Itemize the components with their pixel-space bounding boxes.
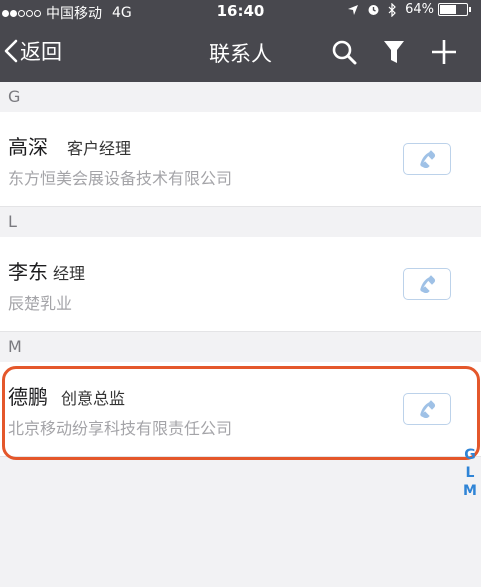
search-icon (332, 40, 357, 65)
battery-percent: 64% (405, 2, 434, 17)
contact-title: 经理 (53, 264, 86, 283)
chevron-left-icon (4, 39, 18, 63)
search-button[interactable] (329, 37, 359, 67)
contact-name: 李东 (8, 260, 48, 284)
call-button[interactable] (403, 268, 451, 300)
back-button[interactable]: 返回 (4, 36, 62, 66)
contact-row[interactable]: 李东 经理 辰楚乳业 (0, 237, 481, 332)
section-header-l: L (0, 207, 481, 237)
location-arrow-icon (348, 4, 359, 15)
index-letter-m[interactable]: M (463, 482, 477, 500)
contact-name: 德鹏 (8, 385, 48, 409)
contact-title: 创意总监 (61, 389, 126, 408)
contact-company: 东方恒美会展设备技术有限公司 (8, 169, 233, 188)
section-header-g: G (0, 82, 481, 112)
contact-company: 北京移动纷享科技有限责任公司 (8, 419, 233, 438)
phone-icon (420, 400, 436, 418)
status-bar-right: 64% (339, 2, 471, 17)
contact-company: 辰楚乳业 (8, 294, 73, 313)
bluetooth-icon (388, 2, 396, 17)
call-button[interactable] (403, 393, 451, 425)
filter-button[interactable] (379, 37, 409, 67)
index-letter-l[interactable]: L (466, 464, 475, 482)
call-button[interactable] (403, 143, 451, 175)
filter-icon (384, 41, 404, 63)
section-header-m: M (0, 332, 481, 362)
nav-bar: 返回 联系人 (0, 22, 481, 82)
battery-tip (469, 7, 471, 12)
battery-level-fill (440, 5, 456, 14)
contact-row[interactable]: 德鹏 创意总监 北京移动纷享科技有限责任公司 (0, 362, 481, 457)
contact-name: 高深 (8, 135, 48, 159)
phone-icon (420, 275, 436, 293)
phone-icon (420, 150, 436, 168)
contact-row[interactable]: 高深 客户经理 东方恒美会展设备技术有限公司 (0, 112, 481, 207)
contact-title: 客户经理 (67, 139, 132, 158)
plus-icon (432, 40, 456, 64)
alarm-icon (368, 5, 379, 15)
battery-icon (438, 3, 468, 16)
status-bar: 中国移动 4G 16:40 64% (0, 0, 481, 22)
nav-actions (309, 37, 459, 67)
index-letter-g[interactable]: G (464, 446, 476, 464)
back-label: 返回 (20, 40, 62, 64)
add-contact-button[interactable] (429, 37, 459, 67)
alphabet-index-bar[interactable]: G L M (460, 446, 480, 500)
